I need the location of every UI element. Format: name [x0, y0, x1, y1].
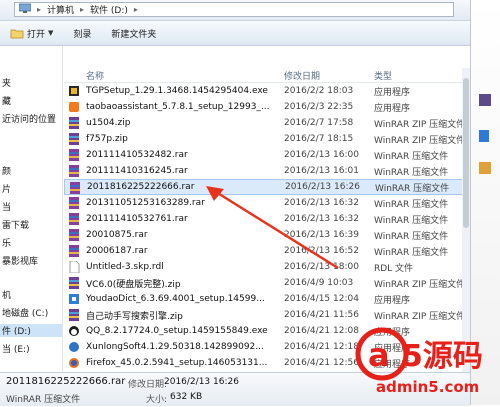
modified-date-value: 2016/2/13 16:26 [164, 377, 239, 387]
svg-text:5源码: 5源码 [402, 339, 483, 374]
watermark-logo: a 5源码 admin5.com [352, 322, 498, 404]
modified-date-label: 修改日期: [128, 380, 168, 390]
side-icons [479, 94, 491, 174]
size-value: 632 KB [170, 392, 203, 402]
file-type-value: WinRAR 压缩文件 [6, 395, 81, 405]
svg-text:admin5.com: admin5.com [376, 378, 479, 396]
selected-file-name: 2011816225222666.rar [6, 376, 126, 387]
svg-text:a: a [368, 336, 390, 374]
size-label: 大小: [146, 395, 168, 405]
